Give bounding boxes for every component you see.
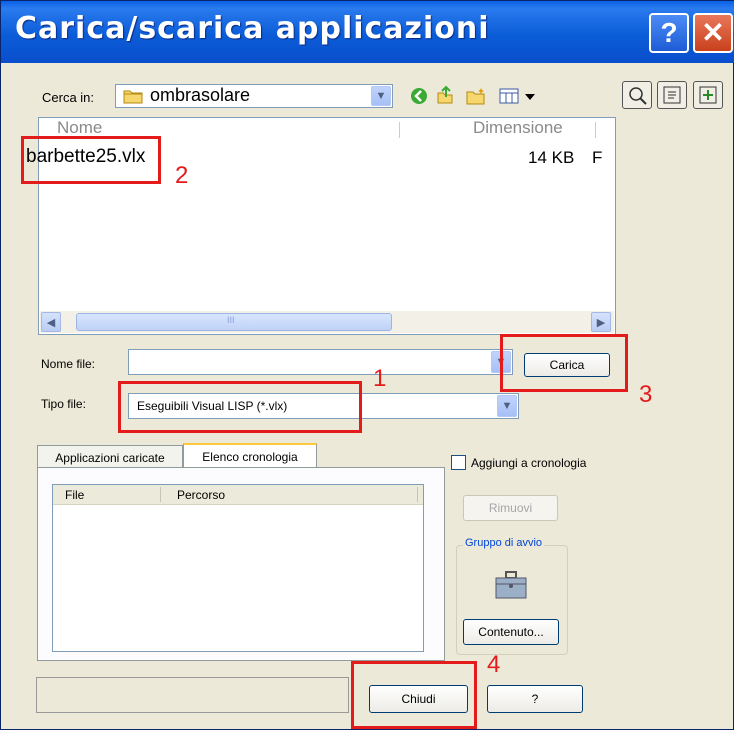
window-title: Carica/scarica applicazioni: [15, 11, 490, 46]
up-folder-icon[interactable]: [434, 84, 456, 106]
title-bar[interactable]: Carica/scarica applicazioni ? ✕: [1, 1, 734, 63]
chevron-down-icon[interactable]: ▼: [497, 395, 517, 417]
file-size: 14 KB: [528, 148, 575, 167]
annotation-label-3: 3: [639, 381, 653, 408]
briefcase-icon: [493, 568, 529, 602]
contents-button[interactable]: Contenuto...: [463, 619, 559, 645]
file-name-input[interactable]: ▼: [128, 349, 513, 375]
help-title-button[interactable]: ?: [649, 13, 689, 53]
scrollbar-thumb[interactable]: III: [76, 313, 392, 331]
add-to-history-label[interactable]: Aggiungi a cronologia: [471, 456, 586, 470]
look-in-label: Cerca in:: [42, 90, 95, 105]
add-to-favorites-icon[interactable]: [693, 81, 723, 109]
file-name-label: Nome file:: [41, 357, 96, 371]
views-menu-icon[interactable]: [498, 85, 538, 107]
find-icon[interactable]: [622, 81, 652, 109]
remove-button[interactable]: Rimuovi: [463, 495, 558, 521]
annotation-box-3: [500, 334, 628, 392]
file-type-label: Tipo file:: [41, 397, 86, 411]
column-divider[interactable]: [399, 122, 400, 138]
scroll-right-icon[interactable]: ▶: [591, 312, 611, 332]
annotation-box-2: [21, 136, 161, 184]
tab-history-list[interactable]: Elenco cronologia: [183, 443, 317, 469]
scroll-left-icon[interactable]: ◀: [41, 312, 61, 332]
column-divider[interactable]: [417, 487, 418, 502]
history-tab-panel: File Percorso: [37, 467, 445, 661]
chevron-down-icon[interactable]: ▼: [371, 86, 391, 106]
tab-loaded-applications[interactable]: Applicazioni caricate: [37, 445, 183, 469]
column-divider[interactable]: [160, 487, 161, 502]
help-button[interactable]: ?: [487, 685, 583, 713]
annotation-label-4: 4: [487, 651, 501, 678]
column-header-path[interactable]: Percorso: [177, 488, 225, 502]
file-type: F: [592, 148, 603, 167]
history-list-header: File Percorso: [53, 485, 423, 505]
column-header-size[interactable]: Dimensione: [473, 118, 593, 142]
add-to-history-checkbox[interactable]: [451, 455, 466, 470]
column-divider[interactable]: [595, 122, 596, 138]
locate-icon[interactable]: [657, 81, 687, 109]
annotation-box-4: [351, 661, 477, 729]
folder-icon: [122, 86, 144, 106]
history-list[interactable]: File Percorso: [52, 484, 424, 652]
annotation-label-2: 2: [175, 162, 189, 189]
annotation-box-1: [118, 381, 362, 433]
load-unload-applications-dialog: Carica/scarica applicazioni ? ✕ Cerca in…: [0, 0, 734, 730]
close-title-button[interactable]: ✕: [693, 13, 733, 53]
back-icon[interactable]: [408, 85, 430, 107]
status-area: [36, 677, 349, 713]
horizontal-scrollbar[interactable]: ◀ III ▶: [40, 311, 614, 333]
annotation-label-1: 1: [373, 365, 387, 392]
new-folder-icon[interactable]: [465, 85, 487, 107]
look-in-combobox[interactable]: ombrasolare ▼: [115, 84, 393, 108]
look-in-value: ombrasolare: [150, 85, 251, 105]
startup-suite-group: Gruppo di avvio Contenuto...: [456, 537, 568, 655]
startup-suite-label: Gruppo di avvio: [463, 537, 545, 549]
column-header-file[interactable]: File: [65, 488, 84, 502]
